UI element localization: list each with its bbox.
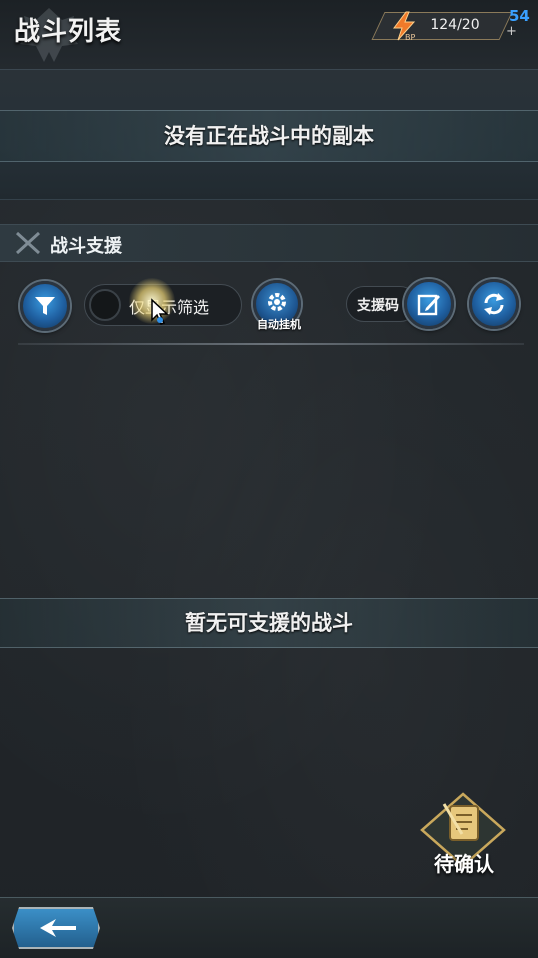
- lightning-icon: BP: [393, 11, 415, 42]
- cursor-icon: [151, 298, 169, 325]
- refresh-icon: [484, 293, 504, 315]
- back-arrow-icon: [40, 919, 76, 937]
- toggle-knob[interactable]: [89, 289, 121, 321]
- bp-icon-label: BP: [405, 33, 415, 42]
- support-empty-message: 暂无可支援的战斗: [0, 598, 538, 648]
- auto-hangup-label: 自动挂机: [257, 318, 301, 331]
- crossed-swords-icon: [15, 231, 41, 255]
- back-button[interactable]: [12, 907, 100, 949]
- battle-empty-message: 没有正在战斗中的副本: [0, 110, 538, 162]
- gear-icon: [268, 293, 286, 311]
- counter-badge: 54: [509, 7, 530, 25]
- support-code-label: 支援码: [357, 298, 399, 314]
- pending-confirm-button[interactable]: 待确认: [420, 848, 508, 877]
- support-title: 战斗支援: [50, 236, 122, 257]
- refresh-button[interactable]: [469, 279, 519, 329]
- edit-icon: [417, 294, 440, 316]
- bp-value: 124/20: [430, 17, 480, 33]
- divider: [18, 343, 524, 345]
- filter-button[interactable]: [20, 281, 70, 331]
- bp-plus-button[interactable]: +: [506, 24, 517, 39]
- page-title: 战斗列表: [14, 17, 123, 47]
- edit-support-code-button[interactable]: [404, 279, 454, 329]
- funnel-icon: [35, 297, 55, 315]
